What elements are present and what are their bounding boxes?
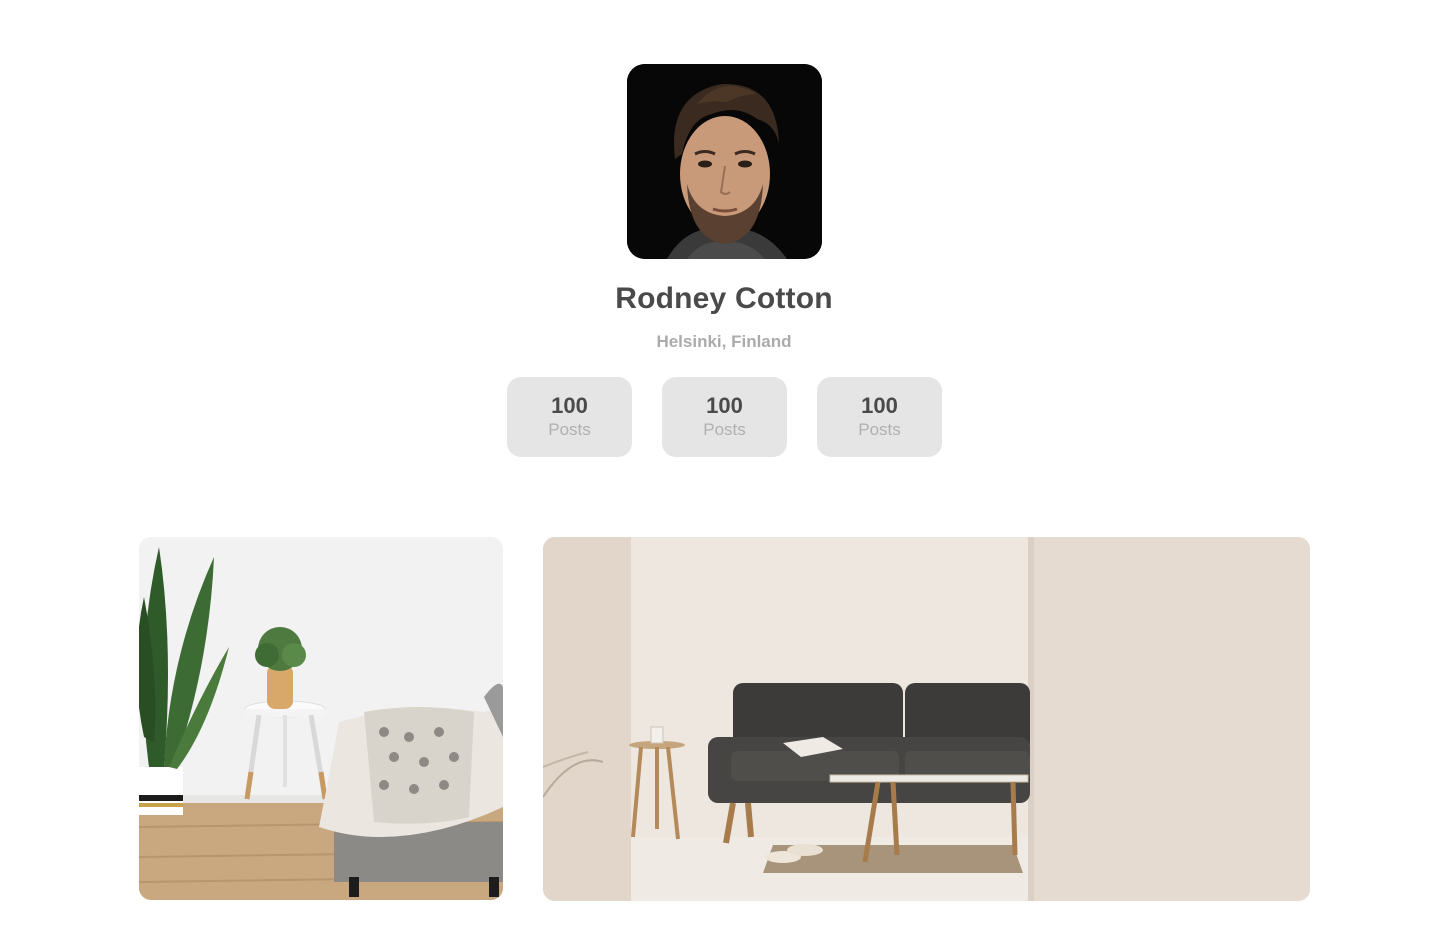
avatar[interactable] xyxy=(627,64,822,259)
profile-location: Helsinki, Finland xyxy=(656,332,792,351)
gallery-image xyxy=(543,537,1310,901)
stat-card-posts[interactable]: 100 Posts xyxy=(507,377,632,457)
stats-row: 100 Posts 100 Posts 100 Posts xyxy=(507,377,942,457)
stat-card-posts[interactable]: 100 Posts xyxy=(817,377,942,457)
stat-value: 100 xyxy=(706,393,743,418)
stat-label: Posts xyxy=(858,420,901,439)
stat-value: 100 xyxy=(861,393,898,418)
gallery-photo-living-corner[interactable] xyxy=(139,537,503,900)
profile-page: Rodney Cotton Helsinki, Finland 100 Post… xyxy=(0,0,1431,932)
stat-label: Posts xyxy=(703,420,746,439)
gallery-image xyxy=(139,537,503,900)
avatar-image xyxy=(627,64,822,259)
stat-card-posts[interactable]: 100 Posts xyxy=(662,377,787,457)
gallery-photo-living-room[interactable] xyxy=(543,537,1310,901)
stat-value: 100 xyxy=(551,393,588,418)
profile-name: Rodney Cotton xyxy=(615,282,833,315)
stat-label: Posts xyxy=(548,420,591,439)
